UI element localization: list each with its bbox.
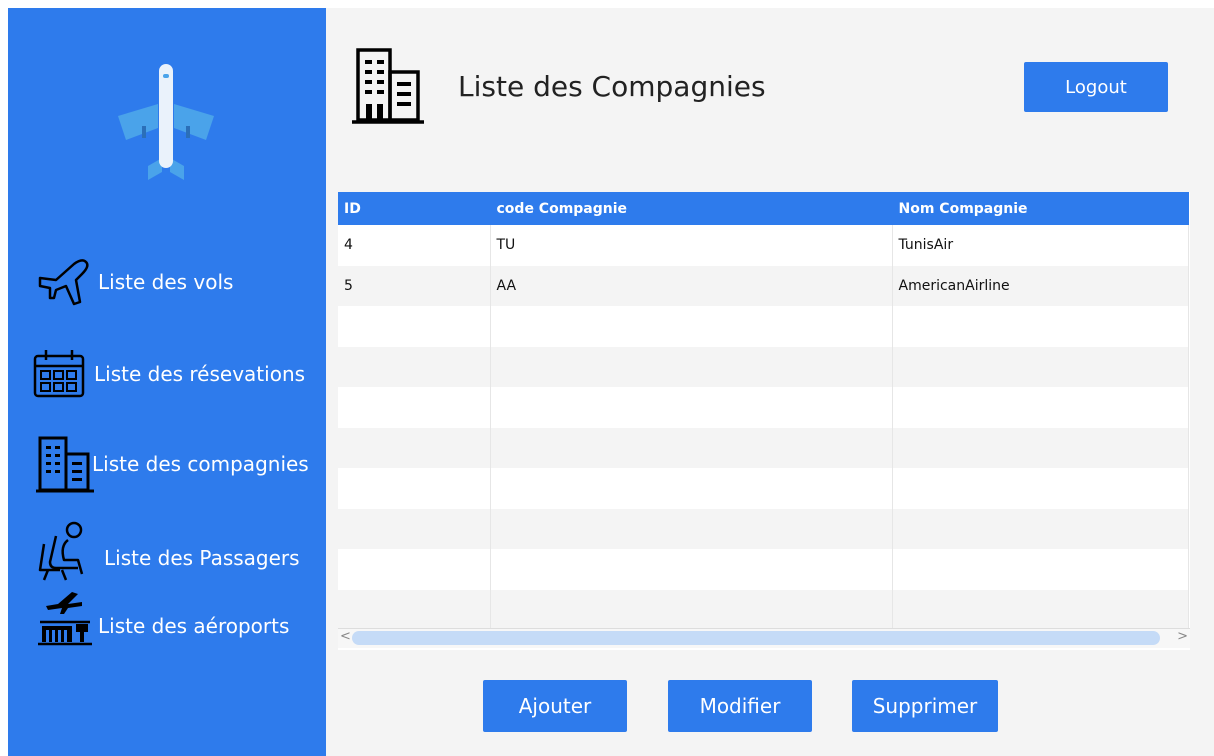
logout-button[interactable]: Logout (1024, 62, 1168, 112)
companies-table[interactable]: ID code Compagnie Nom Compagnie 4 TU Tun… (338, 192, 1190, 650)
scroll-right-icon[interactable]: > (1177, 629, 1188, 644)
cell-code: AA (490, 265, 893, 306)
sidebar-item-aeroports[interactable]: Liste des aéroports (8, 592, 326, 652)
sidebar-item-reservations[interactable]: Liste des résevations (8, 344, 326, 404)
sidebar-item-passagers[interactable]: Liste des Passagers (8, 520, 326, 581)
table-row-empty (338, 508, 1189, 549)
calendar-icon (33, 350, 85, 398)
sidebar: Liste des vols Liste des résevations Lis… (8, 8, 326, 756)
column-header-id[interactable]: ID (338, 192, 491, 225)
airport-icon (38, 592, 92, 646)
table-row-empty (338, 589, 1189, 630)
cell-code: TU (490, 225, 893, 266)
scroll-left-icon[interactable]: < (340, 629, 351, 644)
table-row-empty (338, 346, 1189, 387)
sidebar-item-label: Liste des compagnies (92, 452, 309, 476)
sidebar-item-label: Liste des aéroports (98, 614, 290, 638)
passenger-seat-icon (38, 521, 84, 581)
building-icon (352, 48, 424, 124)
cell-id: 5 (338, 265, 491, 306)
sidebar-item-label: Liste des résevations (94, 362, 306, 386)
edit-button[interactable]: Modifier (668, 680, 812, 732)
table-row-empty (338, 427, 1189, 468)
airplane-icon (38, 259, 89, 306)
building-icon (36, 436, 94, 493)
table-row[interactable]: 5 AA AmericanAirline (338, 265, 1189, 306)
delete-button[interactable]: Supprimer (852, 680, 998, 732)
horizontal-scrollbar[interactable]: < > (338, 628, 1190, 648)
table-row[interactable]: 4 TU TunisAir (338, 225, 1189, 266)
main-content: Liste des Compagnies Logout ID code Comp… (326, 8, 1214, 756)
table-header-row: ID code Compagnie Nom Compagnie (338, 192, 1189, 225)
cell-nom: TunisAir (892, 225, 1189, 266)
table-row-empty (338, 549, 1189, 590)
add-button[interactable]: Ajouter (483, 680, 627, 732)
column-header-nom[interactable]: Nom Compagnie (892, 192, 1189, 225)
sidebar-item-label: Liste des Passagers (104, 546, 300, 570)
sidebar-item-compagnies[interactable]: Liste des compagnies (8, 432, 326, 493)
table-row-empty (338, 468, 1189, 509)
airplane-logo-icon (118, 64, 214, 180)
page-title: Liste des Compagnies (458, 70, 766, 103)
sidebar-item-vols[interactable]: Liste des vols (8, 254, 326, 314)
scrollbar-thumb[interactable] (352, 631, 1160, 645)
sidebar-item-label: Liste des vols (98, 270, 234, 294)
column-header-code[interactable]: code Compagnie (490, 192, 893, 225)
cell-nom: AmericanAirline (892, 265, 1189, 306)
table-row-empty (338, 306, 1189, 347)
table-row-empty (338, 387, 1189, 428)
cell-id: 4 (338, 225, 491, 266)
